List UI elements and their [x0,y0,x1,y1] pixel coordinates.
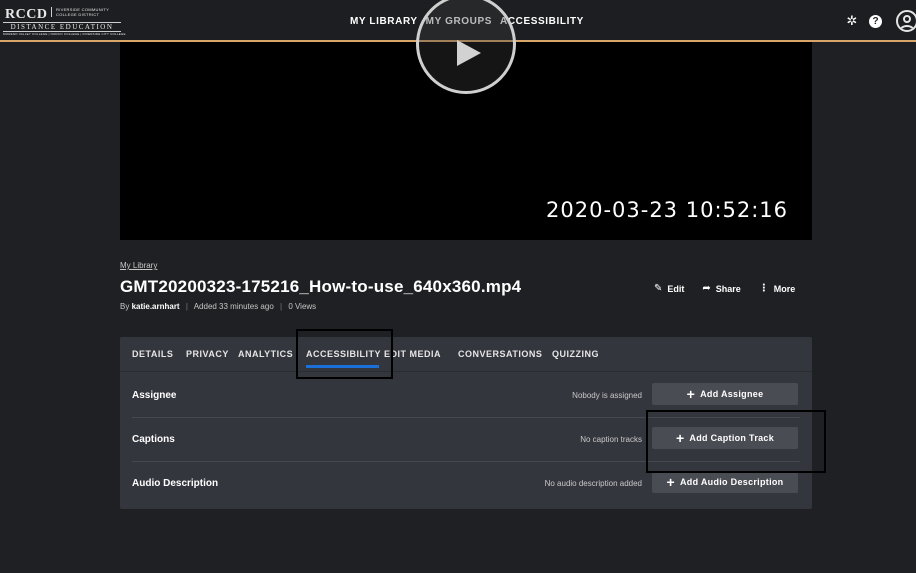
play-icon [457,40,481,66]
pencil-icon: ✎ [654,283,663,294]
logo-district: RIVERSIDE COMMUNITY COLLEGE DISTRICT [51,7,121,17]
by-label: By [120,302,130,311]
media-title: GMT20200323-175216_How-to-use_640x360.mp… [120,277,522,296]
logo-colleges: MORENO VALLEY COLLEGE | NORCO COLLEGE | … [3,32,126,36]
add-audio-description-label: Add Audio Description [680,477,784,487]
more-label: More [773,283,796,294]
added-time: Added 33 minutes ago [193,302,274,311]
avatar-head-shape [903,15,911,23]
tab-analytics[interactable]: ANALYTICS [238,349,293,359]
meta-separator: | [185,302,188,311]
breadcrumb-my-library[interactable]: My Library [120,261,157,270]
tab-details[interactable]: DETAILS [132,349,173,359]
vertical-dots-icon: ⋮ [758,283,769,294]
plus-icon: + [666,474,675,490]
avatar-body-shape [899,25,915,30]
more-button[interactable]: ⋮ More [759,283,796,294]
tab-quizzing[interactable]: QUIZZING [552,349,599,359]
meta-separator: | [280,302,283,311]
edit-label: Edit [667,283,685,294]
nav-my-library[interactable]: MY LIBRARY [350,16,418,27]
logo-rccd: RCCD [5,7,48,22]
video-timestamp: 2020-03-23 10:52:16 [546,198,789,222]
nav-accessibility[interactable]: ACCESSIBILITY [500,16,584,27]
audio-description-status: No audio description added [544,479,642,488]
captions-status: No caption tracks [580,435,642,444]
tab-conversations[interactable]: CONVERSATIONS [458,349,542,359]
tab-privacy[interactable]: PRIVACY [186,349,229,359]
edit-button[interactable]: ✎ Edit [654,283,684,294]
audio-description-label: Audio Description [132,478,219,489]
plus-icon: + [686,386,696,402]
assignee-label: Assignee [132,390,177,401]
media-actions: ✎ Edit ➦ Share ⋮ More [654,283,795,294]
video-player[interactable]: 2020-03-23 10:52:16 [120,0,812,240]
owner-link[interactable]: katie.arnhart [132,302,180,311]
help-icon[interactable]: ? [869,15,882,28]
add-assignee-label: Add Assignee [700,389,764,399]
play-button[interactable] [416,0,516,94]
view-count: 0 Views [288,302,317,311]
share-label: Share [715,283,741,294]
add-audio-description-button[interactable]: + Add Audio Description [652,471,798,493]
gear-icon[interactable]: ✲ [846,14,858,27]
tab-bar: DETAILS PRIVACY ANALYTICS ACCESSIBILITY … [120,337,812,372]
share-button[interactable]: ➦ Share [702,283,740,294]
assignee-status: Nobody is assigned [572,391,642,400]
user-avatar[interactable] [896,10,916,32]
highlight-box-accessibility-tab [296,329,393,379]
highlight-box-caption-button [646,410,826,473]
media-meta: By katie.arnhart | Added 33 minutes ago … [120,302,316,311]
rccd-logo[interactable]: RCCD RIVERSIDE COMMUNITY COLLEGE DISTRIC… [3,6,126,36]
captions-label: Captions [132,434,175,445]
add-assignee-button[interactable]: + Add Assignee [652,383,798,405]
share-arrow-icon: ➦ [702,283,711,294]
logo-distance-education: DISTANCE EDUCATION [3,22,121,32]
